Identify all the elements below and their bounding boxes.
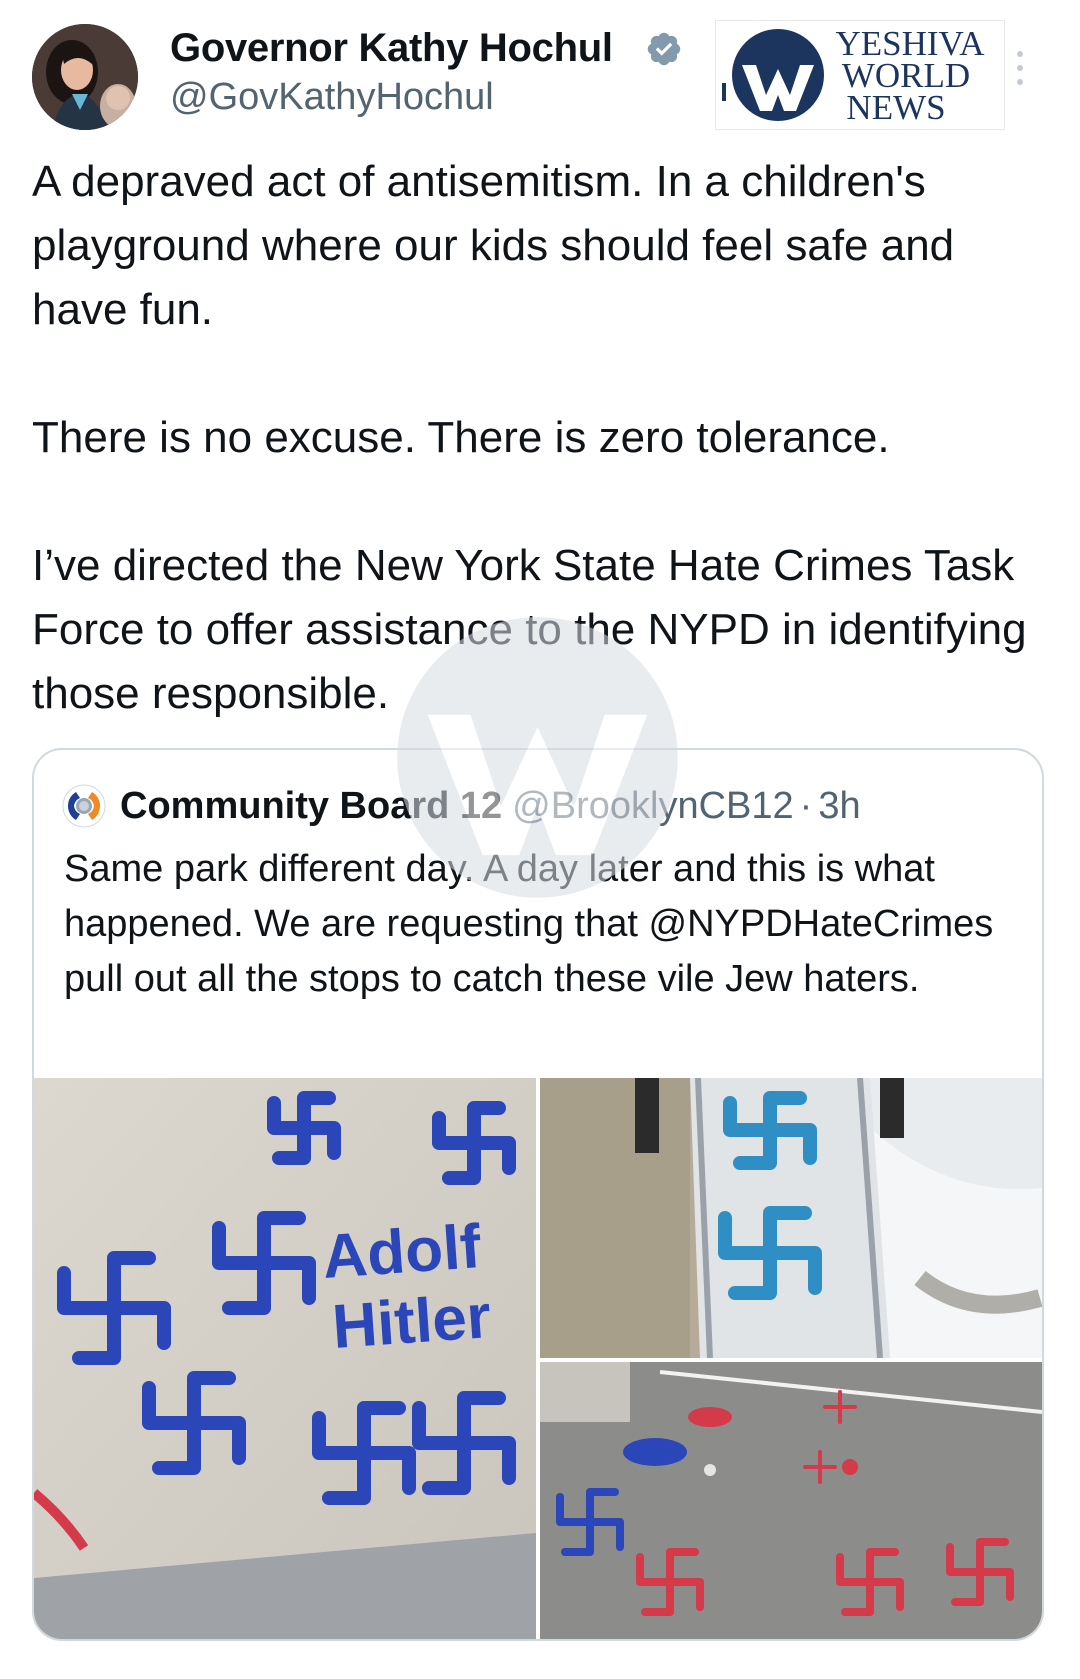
tweet-text: A depraved act of antisemitism. In a chi… xyxy=(32,150,1042,726)
quoted-author-handle[interactable]: @BrooklynCB12 xyxy=(512,785,793,827)
ywn-logo: YESHIVA WORLD NEWS xyxy=(715,20,1005,130)
photo-graffiti-wall[interactable]: Adolf Hitler xyxy=(34,1078,536,1639)
quoted-author-name[interactable]: Community Board 12 xyxy=(120,785,502,827)
logo-line-3: NEWS xyxy=(846,88,945,127)
more-vertical-icon[interactable] xyxy=(1013,48,1027,88)
quoted-timestamp[interactable]: 3h xyxy=(818,785,860,827)
photo-graffiti-pavement[interactable] xyxy=(540,1362,1042,1639)
quoted-author-avatar[interactable] xyxy=(62,784,106,828)
photo-grid: Adolf Hitler xyxy=(34,1078,1042,1639)
verified-badge-icon xyxy=(647,32,681,66)
tweet-paragraph: A depraved act of antisemitism. In a chi… xyxy=(32,157,955,334)
graffiti-text-line-1: Adolf xyxy=(320,1212,483,1292)
tweet-paragraph: I’ve directed the New York State Hate Cr… xyxy=(32,541,1027,718)
author-name[interactable]: Governor Kathy Hochul xyxy=(170,26,613,71)
author-handle[interactable]: @GovKathyHochul xyxy=(170,76,494,119)
tweet-paragraph: There is no excuse. There is zero tolera… xyxy=(32,413,890,462)
separator-dot: · xyxy=(799,784,813,827)
graffiti-text-line-2: Hitler xyxy=(330,1282,493,1362)
quoted-tweet-header: Community Board 12 @BrooklynCB12 · 3h xyxy=(62,780,861,828)
quoted-tweet-card[interactable]: Community Board 12 @BrooklynCB12 · 3h Same … xyxy=(32,748,1044,1641)
photo-graffiti-slide[interactable] xyxy=(540,1078,1042,1358)
quoted-tweet-text: Same park different day. A day later and… xyxy=(64,848,994,1000)
author-avatar[interactable] xyxy=(32,24,138,130)
